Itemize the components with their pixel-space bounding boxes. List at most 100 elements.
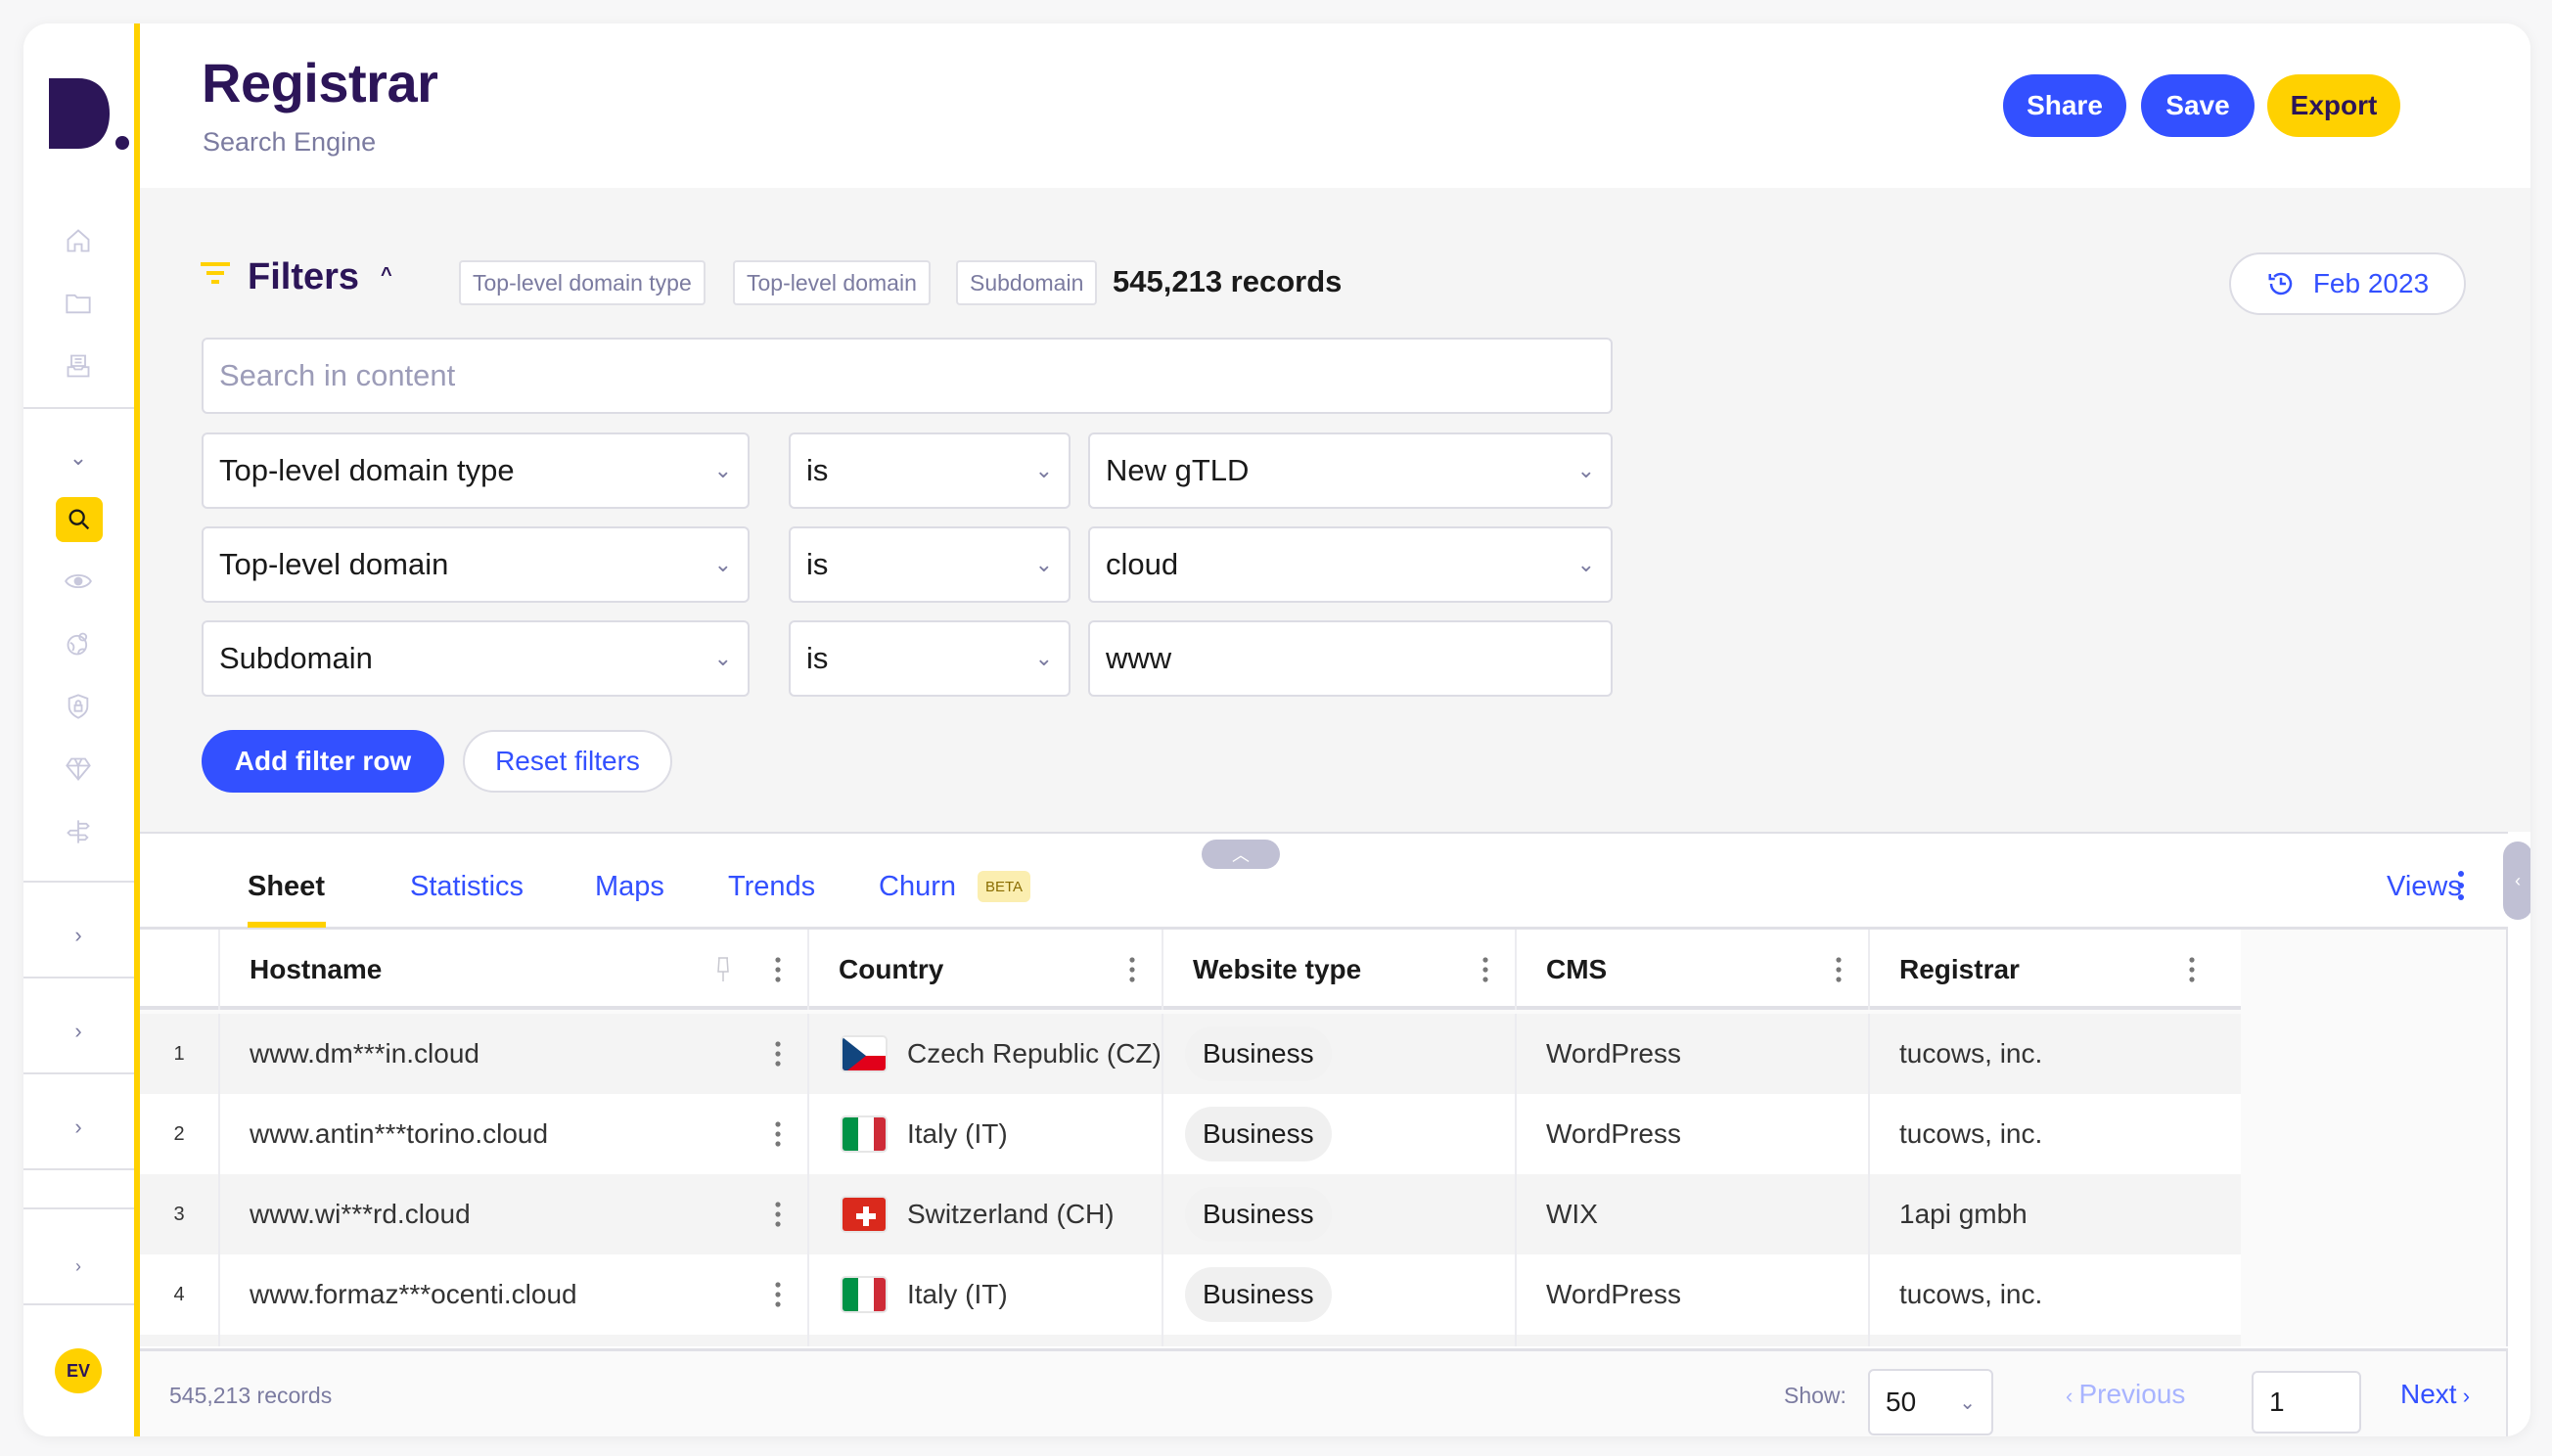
tab-churn[interactable]: Churn: [879, 871, 956, 903]
cell-registrar[interactable]: 1api gmbh: [1868, 1174, 2221, 1254]
cell-website-type[interactable]: Business: [1162, 1014, 1515, 1094]
table-row[interactable]: 4 www.formaz***ocenti.cloud Italy (IT) Busi…: [140, 1254, 2241, 1335]
avatar[interactable]: EV: [55, 1348, 102, 1393]
cell-registrar[interactable]: tucows, inc.: [1868, 1094, 2221, 1174]
column-header-website-type[interactable]: Website type: [1162, 930, 1515, 1010]
filter-value-input[interactable]: www: [1088, 620, 1613, 697]
filter-value-select[interactable]: New gTLD ⌄: [1088, 432, 1613, 509]
logo[interactable]: [49, 74, 143, 162]
search-input[interactable]: [202, 338, 1613, 414]
more-vertical-icon[interactable]: [774, 1120, 782, 1148]
cell-cms[interactable]: WordPress: [1515, 1254, 1868, 1335]
cell-country[interactable]: Italy (IT): [807, 1254, 1162, 1335]
reset-filters-button[interactable]: Reset filters: [463, 730, 672, 793]
cell-country[interactable]: [807, 1335, 1162, 1346]
side-panel-handle[interactable]: ‹: [2503, 842, 2530, 920]
home-icon[interactable]: [59, 221, 98, 260]
filter-field-select[interactable]: Top-level domain type ⌄: [202, 432, 750, 509]
pin-icon[interactable]: [713, 956, 733, 983]
cell-country[interactable]: Czech Republic (CZ): [807, 1014, 1162, 1094]
column-header-hostname[interactable]: Hostname: [218, 930, 807, 1010]
tab-statistics[interactable]: Statistics: [410, 871, 524, 903]
more-vertical-icon[interactable]: [774, 1281, 782, 1308]
column-header-country[interactable]: Country: [807, 930, 1162, 1010]
search-icon[interactable]: [56, 497, 103, 542]
more-vertical-icon[interactable]: [774, 956, 782, 983]
filters-toggle[interactable]: Filters: [248, 256, 359, 298]
filter-operator-select[interactable]: is ⌄: [789, 620, 1071, 697]
add-filter-row-button[interactable]: Add filter row: [202, 730, 444, 793]
signpost-icon[interactable]: [59, 812, 98, 851]
cell-registrar[interactable]: tucows, inc.: [1868, 1014, 2221, 1094]
chevron-right-icon[interactable]: ›: [59, 1247, 98, 1286]
tab-sheet[interactable]: Sheet: [248, 871, 325, 903]
views-button[interactable]: Views: [2387, 871, 2462, 903]
more-vertical-icon[interactable]: [774, 1040, 782, 1068]
cell-website-type[interactable]: Business: [1162, 1174, 1515, 1254]
cell-hostname[interactable]: www.wi***rd.cloud: [218, 1174, 807, 1254]
cell-cms[interactable]: WIX: [1515, 1174, 1868, 1254]
cell-website-type[interactable]: Business: [1162, 1254, 1515, 1335]
cell-cms[interactable]: WordPress: [1515, 1094, 1868, 1174]
filter-chip[interactable]: Top-level domain type: [459, 260, 706, 305]
chevron-up-icon[interactable]: ^: [381, 264, 392, 287]
cell-hostname[interactable]: www.antin***torino.cloud: [218, 1094, 807, 1174]
cell-cms[interactable]: [1515, 1335, 1868, 1346]
cell-hostname[interactable]: www.formaz***ocenti.cloud: [218, 1254, 807, 1335]
cell-hostname[interactable]: www.dm***in.cloud: [218, 1014, 807, 1094]
chevron-down-icon[interactable]: ⌄: [59, 438, 98, 478]
cell-registrar[interactable]: tucows, inc.: [1868, 1254, 2221, 1335]
filter-operator-select[interactable]: is ⌄: [789, 432, 1071, 509]
cell-country[interactable]: Switzerland (CH): [807, 1174, 1162, 1254]
more-vertical-icon[interactable]: [774, 1201, 782, 1228]
table-row[interactable]: [140, 1335, 2241, 1346]
inbox-icon[interactable]: [59, 346, 98, 386]
column-header-cms[interactable]: CMS: [1515, 930, 1868, 1010]
filter-chip[interactable]: Subdomain: [956, 260, 1098, 305]
filter-operator-select[interactable]: is ⌄: [789, 526, 1071, 603]
cell-website-type[interactable]: Business: [1162, 1094, 1515, 1174]
diamond-icon[interactable]: [59, 750, 98, 789]
globe-user-icon[interactable]: [59, 624, 98, 663]
cell-hostname[interactable]: [218, 1335, 807, 1346]
more-vertical-icon[interactable]: [1835, 956, 1843, 983]
shield-lock-icon[interactable]: [59, 687, 98, 726]
next-page-button[interactable]: Next ›: [2400, 1379, 2470, 1410]
cell-registrar[interactable]: [1868, 1335, 2221, 1346]
chevron-right-icon[interactable]: ›: [59, 916, 98, 955]
chevron-right-icon[interactable]: ›: [59, 1108, 98, 1147]
cms-text: WordPress: [1546, 1279, 1681, 1309]
save-button[interactable]: Save: [2141, 74, 2255, 137]
filter-field-select[interactable]: Subdomain ⌄: [202, 620, 750, 697]
chevron-down-icon: ⌄: [1576, 458, 1595, 482]
folder-icon[interactable]: [59, 284, 98, 323]
sidebar-divider: [23, 1168, 134, 1170]
share-button[interactable]: Share: [2003, 74, 2126, 137]
filter-chip[interactable]: Top-level domain: [733, 260, 931, 305]
tab-maps[interactable]: Maps: [595, 871, 664, 903]
table-row[interactable]: 2 www.antin***torino.cloud Italy (IT) Busin…: [140, 1094, 2241, 1174]
cell-cms[interactable]: WordPress: [1515, 1014, 1868, 1094]
date-picker-button[interactable]: Feb 2023: [2229, 252, 2466, 315]
tab-trends[interactable]: Trends: [728, 871, 815, 903]
more-vertical-icon[interactable]: [2188, 956, 2196, 983]
export-button[interactable]: Export: [2267, 74, 2400, 137]
cell-country[interactable]: Italy (IT): [807, 1094, 1162, 1174]
page-number-input[interactable]: [2252, 1371, 2361, 1433]
filter-field-select[interactable]: Top-level domain ⌄: [202, 526, 750, 603]
filter-value-select[interactable]: cloud ⌄: [1088, 526, 1613, 603]
more-vertical-icon[interactable]: [2454, 869, 2468, 902]
chevron-right-icon[interactable]: ›: [59, 1012, 98, 1051]
more-vertical-icon[interactable]: [1128, 956, 1136, 983]
column-header-registrar[interactable]: Registrar: [1868, 930, 2221, 1010]
collapse-filters-handle[interactable]: ︿: [1202, 840, 1280, 869]
cell-website-type[interactable]: [1162, 1335, 1515, 1346]
page-size-select[interactable]: 50 ⌄: [1868, 1369, 1993, 1435]
eye-icon[interactable]: [59, 562, 98, 601]
table-row[interactable]: 1 www.dm***in.cloud Czech Republic (CZ) Bus…: [140, 1014, 2241, 1094]
previous-page-button[interactable]: ‹ Previous: [2066, 1379, 2185, 1410]
filter-operator-value: is: [806, 547, 829, 581]
filter-operator-value: is: [806, 453, 829, 487]
table-row[interactable]: 3 www.wi***rd.cloud Switzerland (CH) Busine…: [140, 1174, 2241, 1254]
more-vertical-icon[interactable]: [1481, 956, 1489, 983]
